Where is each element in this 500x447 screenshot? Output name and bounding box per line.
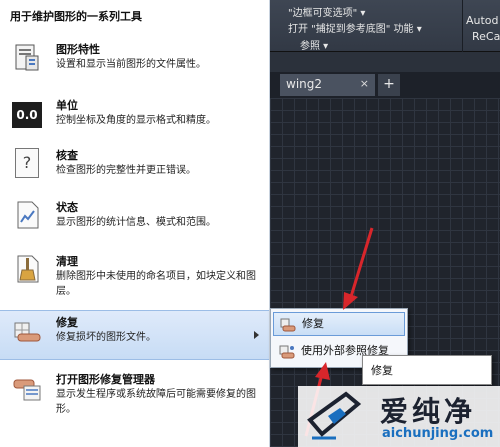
watermark-chinese-text: 爱纯净 [380, 395, 477, 428]
menu-item-purge[interactable]: 清理 删除图形中未使用的命名项目，如块定义和图层。 [0, 250, 269, 306]
menu-item-desc: 显示图形的统计信息、模式和范围。 [56, 217, 216, 228]
menu-item-desc: 设置和显示当前图形的文件属性。 [56, 59, 206, 70]
menu-item-audit[interactable]: ? 核查 检查图形的完整性并更正错误。 [0, 144, 269, 194]
ribbon-frame-option[interactable]: "边框可变选项" ▾ [288, 4, 365, 19]
close-icon[interactable]: × [360, 77, 369, 90]
watermark-url: aichunjing.com [382, 426, 494, 441]
purge-icon [17, 255, 39, 283]
menu-item-desc: 显示发生程序或系统故障后可能需要修复的图形。 [56, 389, 256, 415]
tooltip-text: 修复 [371, 364, 393, 377]
menu-item-recover[interactable]: 修复 修复损坏的图形文件。 [0, 310, 269, 360]
recover-xref-icon [279, 345, 295, 359]
menu-item-status[interactable]: 状态 显示图形的统计信息、模式和范围。 [0, 196, 269, 246]
menu-item-title: 图形特性 [56, 43, 100, 56]
menu-item-title: 核查 [56, 149, 78, 162]
menu-item-units[interactable]: 0.0 单位 控制坐标及角度的显示格式和精度。 [0, 94, 269, 142]
ribbon-reference-label[interactable]: 参照 ▾ [300, 37, 328, 52]
tab-drawing[interactable]: wing2 × [280, 74, 375, 96]
ribbon-panel: "边框可变选项" ▾ 打开 "捕捉到参考底图" 功能 ▾ 参照 ▾ Autod … [270, 0, 500, 52]
new-tab-button[interactable]: + [378, 74, 400, 96]
recover-icon [14, 322, 41, 342]
ribbon-divider [462, 0, 463, 52]
ribbon-snap-underlay[interactable]: 打开 "捕捉到参考底图" 功能 ▾ [288, 20, 422, 35]
menu-item-drawing-properties[interactable]: 图形特性 设置和显示当前图形的文件属性。 [0, 38, 269, 90]
status-icon [17, 201, 39, 229]
chevron-right-icon [254, 331, 259, 339]
audit-icon: ? [15, 148, 39, 178]
menu-item-title: 清理 [56, 255, 78, 268]
menu-item-desc: 删除图形中未使用的命名项目，如块定义和图层。 [56, 271, 256, 297]
units-icon: 0.0 [12, 102, 42, 128]
drawing-properties-icon [15, 44, 39, 71]
menu-item-recovery-manager[interactable]: 打开图形修复管理器 显示发生程序或系统故障后可能需要修复的图形。 [0, 368, 269, 426]
menu-header: 用于维护图形的一系列工具 [10, 10, 142, 23]
submenu-item-recover[interactable]: 修复 [273, 312, 405, 336]
application-menu: 用于维护图形的一系列工具 图形特性 设置和显示当前图形的文件属性。 0.0 单位… [0, 0, 270, 447]
tab-label: wing2 [286, 77, 323, 91]
menu-item-title: 状态 [56, 201, 78, 214]
ribbon-recap-label[interactable]: ReCa [472, 30, 500, 43]
watermark: 爱纯净 aichunjing.com [298, 386, 500, 447]
submenu-item-label: 修复 [302, 317, 324, 330]
menu-item-desc: 控制坐标及角度的显示格式和精度。 [56, 115, 216, 126]
menu-item-title: 修复 [56, 316, 78, 329]
menu-item-title: 单位 [56, 99, 78, 112]
tooltip: 修复 [362, 355, 492, 385]
file-tabs-bar [270, 52, 500, 72]
aichunjing-logo-icon [307, 391, 362, 440]
recovery-manager-icon [13, 379, 41, 401]
ribbon-autodesk-label[interactable]: Autod [466, 14, 499, 27]
menu-item-desc: 检查图形的完整性并更正错误。 [56, 165, 196, 176]
recover-small-icon [280, 318, 296, 332]
menu-item-desc: 修复损坏的图形文件。 [56, 332, 156, 343]
menu-item-title: 打开图形修复管理器 [56, 373, 155, 386]
